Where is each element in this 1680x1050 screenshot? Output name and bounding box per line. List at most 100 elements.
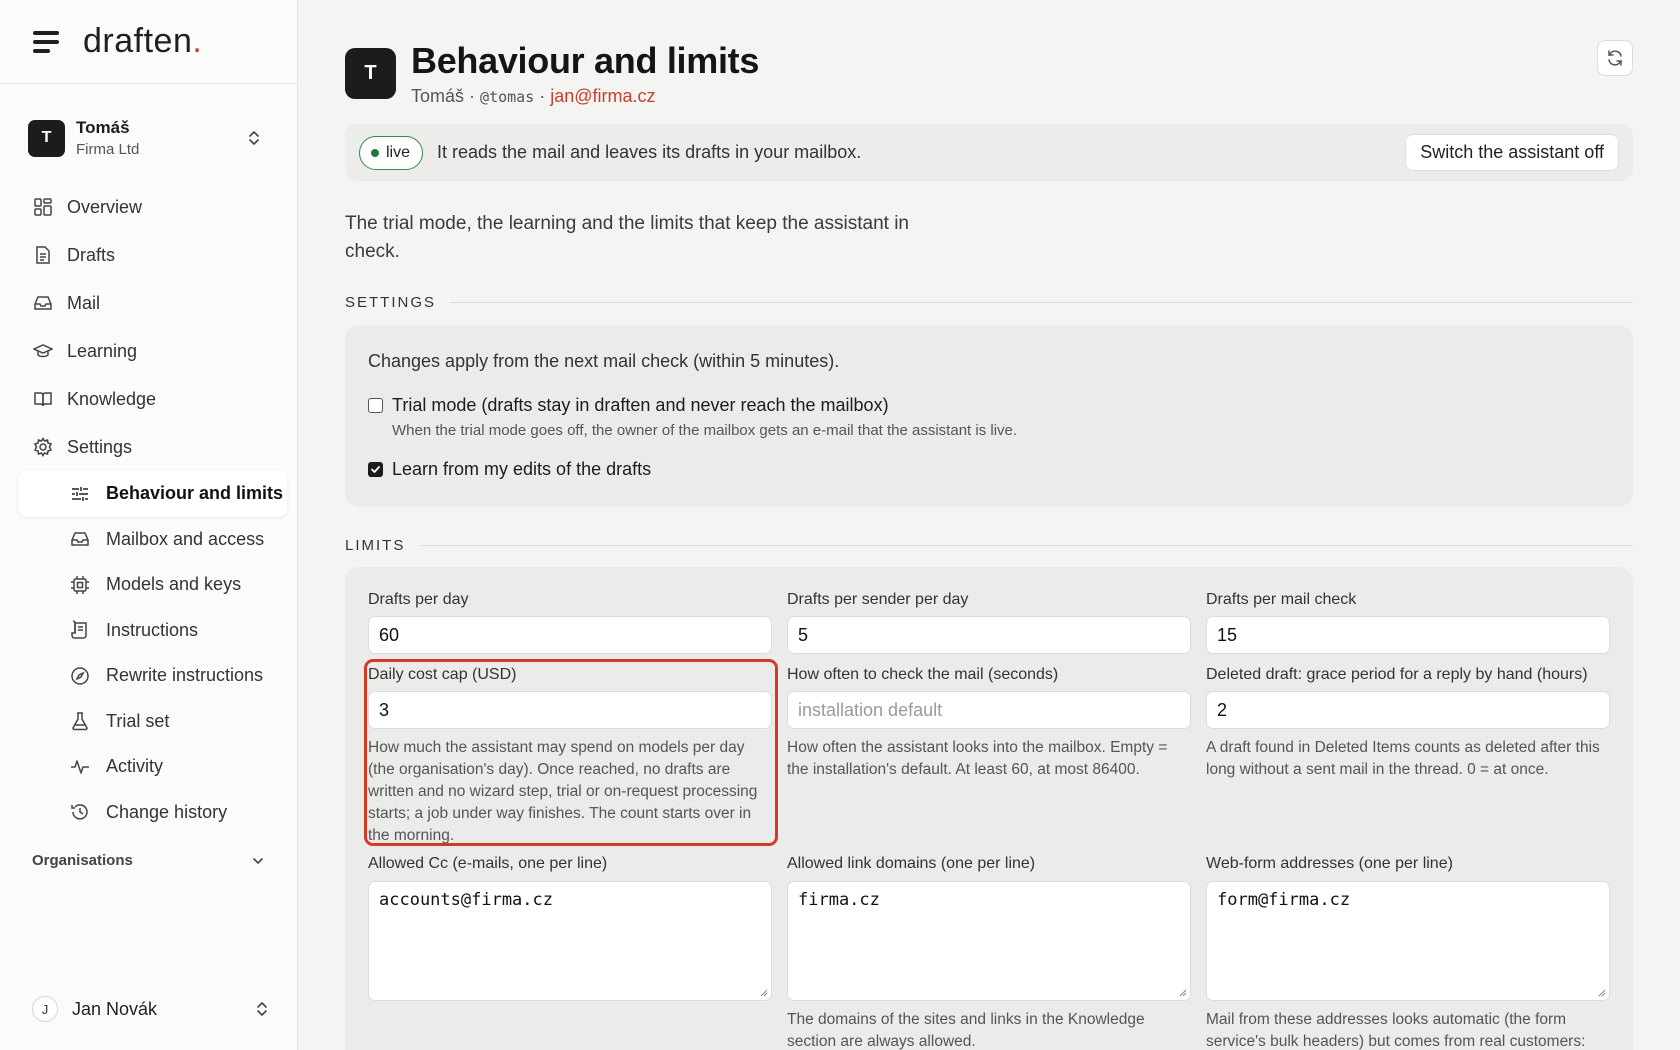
sub-item-label: Behaviour and limits (106, 483, 284, 504)
sidebar-item-behaviour-and-limits[interactable]: Behaviour and limits (18, 471, 287, 517)
webform-help: Mail from these addresses looks automati… (1206, 1011, 1586, 1050)
nav-label: Drafts (67, 244, 116, 265)
field-label: Daily cost cap (USD) (368, 666, 517, 683)
status-badge: live (359, 135, 424, 170)
hamburger-menu-icon[interactable] (33, 30, 59, 53)
organisations-label: Organisations (32, 852, 133, 869)
drafts-per-day-input[interactable]: 60 (368, 616, 772, 654)
nav-item-settings[interactable]: Settings (18, 423, 287, 471)
sub-item-label: Models and keys (106, 574, 242, 595)
grace-period-help: A draft found in Deleted Items counts as… (1206, 739, 1600, 778)
sidebar-item-models-and-keys[interactable]: Models and keys (18, 562, 287, 608)
trial-mode-hint: When the trial mode goes off, the owner … (392, 422, 1018, 439)
nav-label: Overview (67, 196, 143, 217)
assistant-status-bar: live It reads the mail and leaves its dr… (345, 124, 1633, 181)
nav-item-mail[interactable]: Mail (18, 279, 287, 327)
check-interval-help: How often the assistant looks into the m… (787, 739, 1168, 778)
sub-item-label: Rewrite instructions (106, 665, 264, 686)
grace-period-input[interactable]: 2 (1206, 691, 1610, 729)
nav-item-overview[interactable]: Overview (18, 183, 287, 231)
nav-label: Settings (67, 436, 133, 457)
sub-item-label: Mailbox and access (106, 528, 265, 549)
nav-item-learning[interactable]: Learning (18, 327, 287, 375)
daily-cost-cap-field: Daily cost cap (USD) 3 How much the assi… (368, 666, 772, 847)
sidebar-item-change-history[interactable]: Change history (18, 790, 287, 836)
refresh-icon (1608, 50, 1622, 66)
learn-edits-label[interactable]: Learn from my edits of the drafts (392, 459, 651, 480)
sidebar-item-instructions[interactable]: Instructions (18, 608, 287, 654)
field-label: Allowed link domains (one per line) (787, 855, 1036, 872)
organisations-toggle[interactable]: Organisations (32, 852, 265, 869)
logo[interactable]: draften. (83, 22, 202, 61)
inbox-icon (71, 532, 89, 546)
sub-item-label: Change history (106, 801, 228, 822)
owner-handle: @tomas (480, 88, 535, 106)
drafts-per-sender-field: Drafts per sender per day 5 (787, 591, 1191, 654)
section-label-settings: SETTINGS (345, 294, 1633, 311)
allowed-domains-field: Allowed link domains (one per line) firm… (787, 855, 1191, 1050)
book-icon (34, 392, 52, 407)
live-dot-icon (371, 148, 379, 157)
nav-item-drafts[interactable]: Drafts (18, 231, 287, 279)
sidebar-item-rewrite-instructions[interactable]: Rewrite instructions (18, 653, 287, 699)
allowed-cc-textarea[interactable]: accounts@firma.cz (368, 881, 772, 1001)
chevron-down-icon (253, 857, 263, 864)
graduation-cap-icon (33, 344, 53, 358)
settings-note: Changes apply from the next mail check (… (368, 351, 840, 371)
nav-item-knowledge[interactable]: Knowledge (18, 375, 287, 423)
allowed-domains-textarea[interactable]: firma.cz (787, 881, 1191, 1001)
switch-assistant-off-button[interactable]: Switch the assistant off (1405, 134, 1619, 171)
page-header: T Behaviour and limits Tomáš · @tomas · … (345, 40, 1633, 120)
gear-icon (33, 437, 53, 457)
chevron-up-down-icon (257, 1002, 267, 1016)
field-label: Drafts per sender per day (787, 591, 969, 608)
document-icon (36, 246, 50, 264)
check-interval-field: How often to check the mail (seconds) in… (787, 666, 1191, 781)
inbox-icon (34, 296, 52, 310)
page-avatar: T (345, 48, 396, 99)
refresh-button[interactable] (1597, 40, 1633, 76)
sub-item-label: Trial set (106, 710, 170, 731)
user-menu[interactable]: J Jan Novák (32, 994, 269, 1024)
checkmark-icon (371, 466, 380, 473)
account-switcher[interactable]: T Tomáš Firma Ltd (28, 110, 269, 166)
allowed-domains-help: The domains of the sites and links in th… (787, 1011, 1145, 1050)
page-intro: The trial mode, the learning and the lim… (345, 213, 909, 262)
brand-bar: draften. (0, 0, 297, 84)
drafts-per-sender-input[interactable]: 5 (787, 616, 1191, 654)
sidebar: draften. T Tomáš Firma Ltd Overview Draf… (0, 0, 298, 1050)
trial-mode-checkbox[interactable] (368, 398, 383, 413)
resize-grip-icon[interactable] (758, 987, 768, 997)
sidebar-item-activity[interactable]: Activity (18, 744, 287, 790)
user-name: Jan Novák (72, 998, 158, 1019)
trial-mode-label[interactable]: Trial mode (drafts stay in draften and n… (392, 395, 1017, 416)
resize-grip-icon[interactable] (1596, 987, 1606, 997)
owner-name: Tomáš (411, 86, 465, 106)
sidebar-item-mailbox-and-access[interactable]: Mailbox and access (18, 517, 287, 563)
account-name: Tomáš (76, 118, 130, 137)
nav-label: Learning (67, 340, 138, 361)
chevron-up-down-icon (249, 131, 259, 145)
flask-icon (72, 712, 88, 731)
sidebar-item-trial-set[interactable]: Trial set (18, 699, 287, 745)
webform-textarea[interactable]: form@firma.cz (1206, 881, 1610, 1001)
daily-cost-cap-input[interactable]: 3 (368, 691, 772, 729)
activity-icon (71, 760, 89, 774)
status-text: It reads the mail and leaves its drafts … (437, 142, 862, 162)
limits-card: Drafts per day 60 Drafts per sender per … (345, 567, 1633, 1050)
resize-grip-icon[interactable] (1177, 987, 1187, 997)
learn-edits-checkbox[interactable] (368, 462, 383, 477)
owner-email[interactable]: jan@firma.cz (550, 86, 655, 106)
check-interval-input[interactable]: installation default (787, 691, 1191, 729)
sub-item-label: Activity (106, 756, 164, 777)
drafts-per-day-field: Drafts per day 60 (368, 591, 772, 654)
page-title: Behaviour and limits (411, 40, 760, 81)
field-label: Allowed Cc (e-mails, one per line) (368, 855, 608, 872)
field-label: Web-form addresses (one per line) (1206, 855, 1453, 872)
account-org: Firma Ltd (76, 141, 140, 158)
grace-period-field: Deleted draft: grace period for a reply … (1206, 666, 1610, 781)
scroll-icon (71, 620, 87, 639)
field-label: Drafts per mail check (1206, 591, 1357, 608)
cpu-icon (71, 575, 89, 594)
drafts-per-check-input[interactable]: 15 (1206, 616, 1610, 654)
